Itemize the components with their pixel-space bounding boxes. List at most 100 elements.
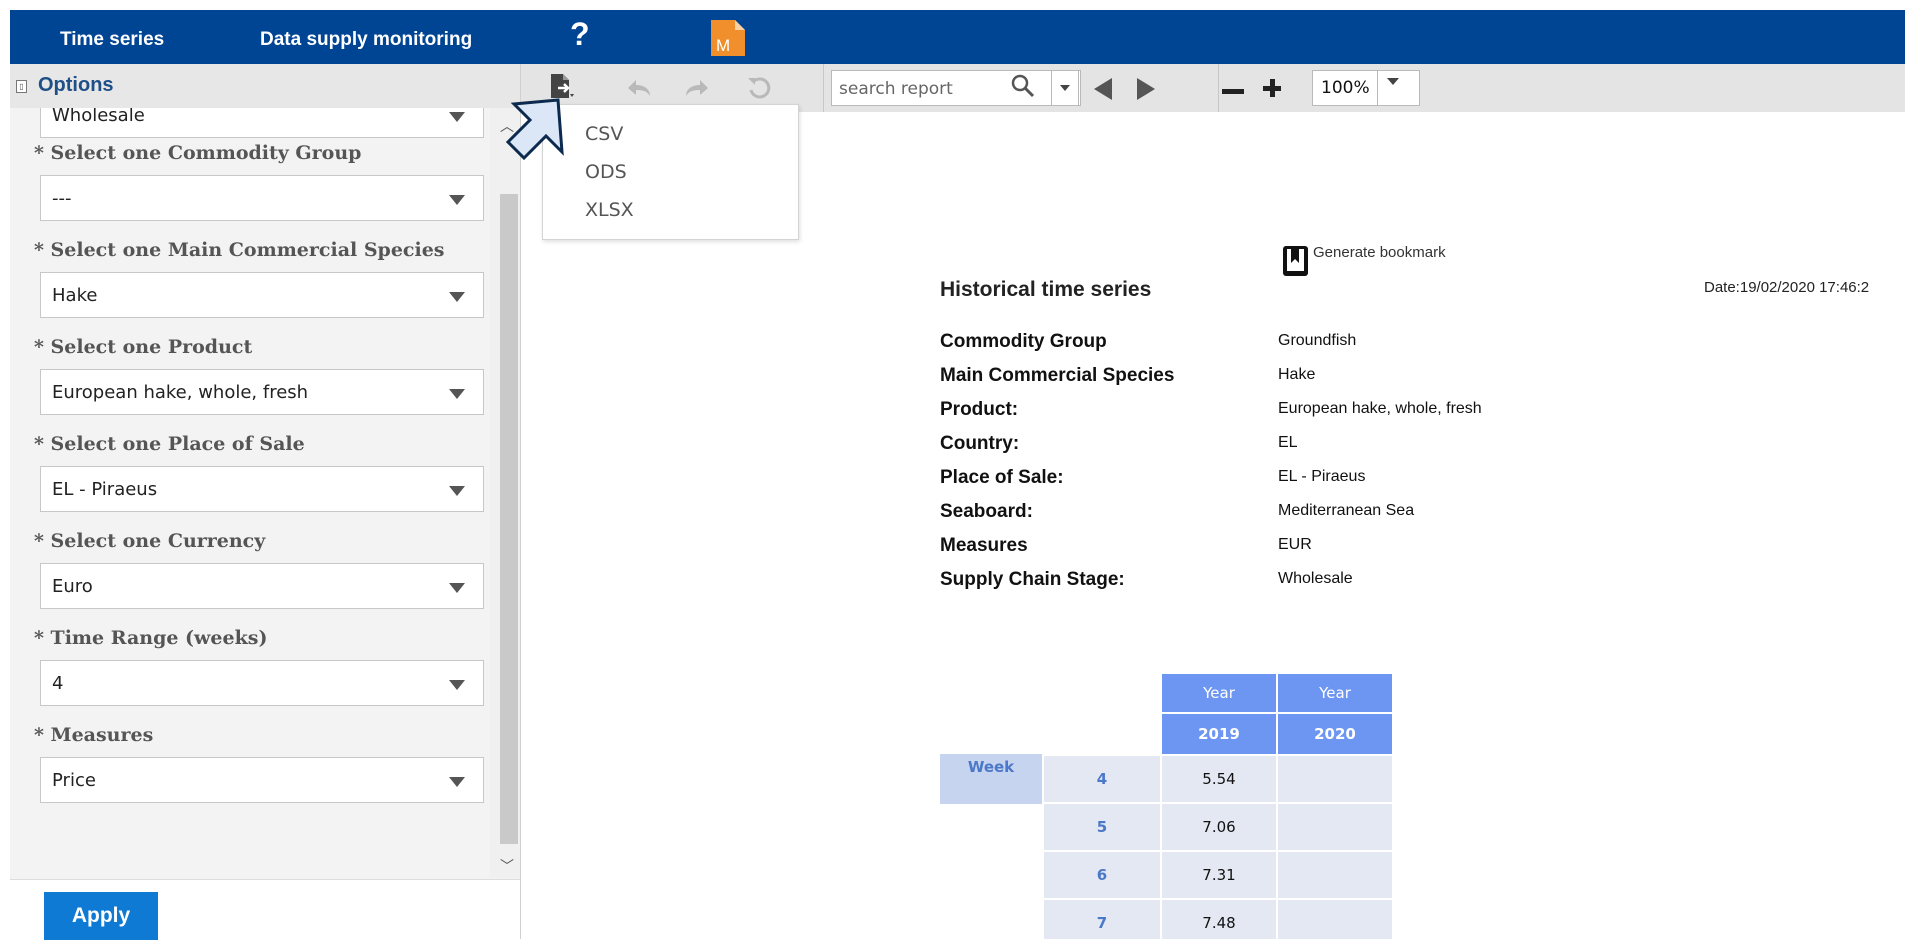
select-value: Hake — [52, 285, 98, 306]
table-row-week: 4 — [1044, 756, 1160, 802]
bookmark-icon[interactable] — [1282, 245, 1309, 277]
table-row-week: 7 — [1044, 900, 1160, 939]
search-input[interactable] — [837, 77, 1006, 101]
chevron-down-icon[interactable] — [1387, 78, 1399, 85]
main-commercial-species-select[interactable]: Hake — [40, 272, 484, 318]
nav-link-time-series[interactable]: Time series — [60, 29, 164, 51]
refresh-icon[interactable] — [745, 74, 773, 102]
place-of-sale-select[interactable]: EL - Piraeus — [40, 466, 484, 512]
undo-icon[interactable] — [624, 76, 654, 100]
select-value: EL - Piraeus — [52, 479, 158, 500]
field-label: * Measures — [34, 724, 154, 746]
table-col-group-header: Year — [1162, 674, 1276, 712]
currency-select[interactable]: Euro — [40, 563, 484, 609]
redo-icon[interactable] — [682, 76, 712, 100]
field-label: * Select one Place of Sale — [34, 433, 305, 455]
table-cell — [1278, 756, 1392, 802]
meta-label: Seaboard: — [940, 501, 1033, 522]
prev-page-icon[interactable] — [1094, 78, 1112, 100]
field-label: * Select one Currency — [34, 530, 266, 552]
product-select[interactable]: European hake, whole, fresh — [40, 369, 484, 415]
table-cell: 7.48 — [1162, 900, 1276, 939]
chevron-down-icon — [449, 777, 465, 787]
options-header: ▯ Options — [10, 64, 520, 108]
zoom-select[interactable]: 100% — [1312, 70, 1420, 106]
apply-button[interactable]: Apply — [44, 892, 158, 940]
apply-footer: Apply — [10, 879, 520, 940]
export-format-menu: CSV ODS XLSX — [542, 104, 799, 240]
zoom-value: 100% — [1321, 78, 1370, 98]
table-cell: 5.54 — [1162, 756, 1276, 802]
callout-arrow-icon — [505, 98, 564, 161]
table-row-header: Week — [940, 754, 1042, 804]
toolbar-divider — [1218, 64, 1219, 112]
meta-value: Wholesale — [1278, 570, 1353, 587]
table-cell: 7.06 — [1162, 804, 1276, 850]
scrollbar-thumb[interactable] — [500, 194, 518, 844]
options-scroll-region: Wholesale * Select one Commodity Group -… — [10, 108, 520, 878]
meta-label: Main Commercial Species — [940, 365, 1175, 386]
field-label: * Select one Product — [34, 336, 253, 358]
search-report-box[interactable] — [831, 70, 1081, 106]
report-date: Date:19/02/2020 17:46:2 — [1704, 279, 1870, 296]
help-icon[interactable]: ? — [570, 16, 590, 53]
meta-value: EUR — [1278, 536, 1312, 553]
export-option-xlsx[interactable]: XLSX — [585, 199, 634, 221]
select-value: European hake, whole, fresh — [52, 382, 309, 403]
export-option-csv[interactable]: CSV — [585, 123, 623, 145]
measures-select[interactable]: Price — [40, 757, 484, 803]
scroll-down-icon[interactable]: ﹀ — [500, 856, 514, 876]
table-row-week: 6 — [1044, 852, 1160, 898]
meta-value: Hake — [1278, 366, 1316, 383]
select-value: --- — [52, 188, 72, 209]
meta-label: Supply Chain Stage: — [940, 569, 1125, 590]
zoom-divider — [1377, 70, 1378, 106]
table-col-group-header: Year — [1278, 674, 1392, 712]
table-cell — [1278, 804, 1392, 850]
m-badge-letter: M — [716, 36, 730, 55]
commodity-group-select[interactable]: --- — [40, 175, 484, 221]
meta-value: EL - Piraeus — [1278, 468, 1366, 485]
toolbar-divider — [823, 64, 824, 112]
meta-label: Measures — [940, 535, 1028, 556]
meta-label: Commodity Group — [940, 331, 1107, 352]
chevron-down-icon — [1060, 85, 1070, 91]
meta-label: Product: — [940, 399, 1019, 420]
chevron-down-icon — [449, 389, 465, 399]
meta-value: Mediterranean Sea — [1278, 502, 1415, 519]
options-title: Options — [38, 74, 114, 96]
chevron-down-icon — [449, 583, 465, 593]
chevron-down-icon — [449, 112, 465, 122]
field-label: * Time Range (weeks) — [34, 627, 268, 649]
field-label: * Select one Main Commercial Species — [34, 239, 445, 261]
select-value: Wholesale — [52, 108, 145, 126]
meta-value: Groundfish — [1278, 332, 1357, 349]
supply-chain-stage-select[interactable]: Wholesale — [40, 108, 484, 138]
top-navigation-bar: Time series Data supply monitoring ? M — [10, 10, 1905, 64]
table-year-header: 2019 — [1162, 714, 1276, 754]
meta-label: Place of Sale: — [940, 467, 1064, 488]
report-title: Historical time series — [940, 278, 1152, 301]
options-panel: ▯ Options Wholesale * Select one Commodi… — [10, 64, 521, 940]
zoom-out-icon[interactable] — [1222, 89, 1244, 94]
meta-label: Country: — [940, 433, 1020, 454]
collapse-panel-icon[interactable]: ▯ — [16, 80, 27, 93]
options-scrollbar[interactable]: ︿ ﹀ — [490, 108, 520, 878]
nav-link-data-supply-monitoring[interactable]: Data supply monitoring — [260, 29, 472, 51]
export-option-ods[interactable]: ODS — [585, 161, 627, 183]
meta-value: European hake, whole, fresh — [1278, 400, 1482, 417]
table-row-week: 5 — [1044, 804, 1160, 850]
zoom-in-icon[interactable] — [1262, 78, 1282, 98]
search-icon[interactable] — [1010, 73, 1036, 99]
table-cell: 7.31 — [1162, 852, 1276, 898]
chevron-down-icon — [449, 292, 465, 302]
field-label: * Select one Commodity Group — [34, 142, 362, 164]
chevron-down-icon — [449, 680, 465, 690]
generate-bookmark-link[interactable]: Generate bookmark — [1313, 244, 1446, 261]
select-value: Price — [52, 770, 96, 791]
m-document-icon[interactable]: M — [711, 20, 745, 56]
table-cell — [1278, 900, 1392, 939]
search-options-dropdown[interactable] — [1051, 70, 1079, 106]
time-range-select[interactable]: 4 — [40, 660, 484, 706]
next-page-icon[interactable] — [1137, 78, 1155, 100]
